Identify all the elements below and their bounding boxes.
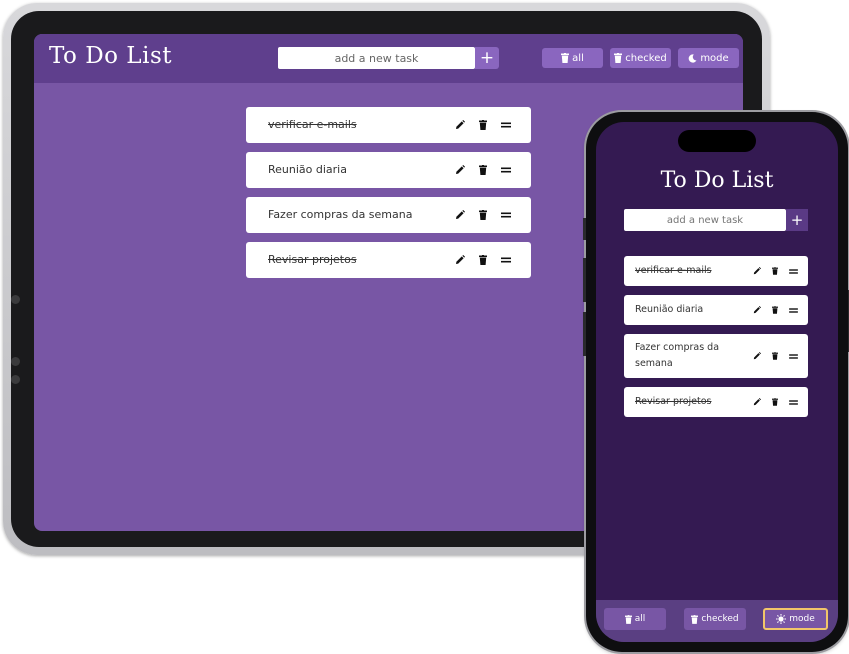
drag-handle-icon[interactable] <box>789 353 798 360</box>
mode-toggle-label: mode <box>700 52 729 64</box>
trash-icon[interactable] <box>479 165 487 175</box>
tablet-sensor <box>11 357 20 366</box>
trash-icon[interactable] <box>479 120 487 130</box>
task-item[interactable]: verificar e-mails <box>624 256 808 286</box>
task-item[interactable]: Reunião diaria <box>246 152 531 188</box>
pencil-icon[interactable] <box>753 352 761 360</box>
delete-all-label: all <box>572 52 584 64</box>
task-list: verificar e-mails Reunião diaria Fazer c… <box>246 107 531 287</box>
add-task-button[interactable]: + <box>475 47 499 69</box>
task-item[interactable]: verificar e-mails <box>246 107 531 143</box>
phone-side-button <box>583 258 586 302</box>
trash-icon[interactable] <box>772 352 778 360</box>
task-text[interactable]: verificar e-mails <box>268 107 357 143</box>
delete-all-button[interactable]: all <box>542 48 603 68</box>
mode-toggle-label: mode <box>789 614 815 624</box>
sun-icon <box>776 614 787 624</box>
pencil-icon[interactable] <box>455 120 465 130</box>
task-text[interactable]: Reunião diaria <box>268 152 347 188</box>
task-item[interactable]: Fazer compras da semana <box>246 197 531 233</box>
pencil-icon[interactable] <box>753 267 761 275</box>
trash-icon <box>691 614 699 624</box>
trash-icon[interactable] <box>772 306 778 314</box>
tablet-camera <box>11 295 20 304</box>
trash-icon <box>561 53 570 63</box>
pencil-icon[interactable] <box>753 306 761 314</box>
new-task-input[interactable] <box>278 47 475 69</box>
trash-icon[interactable] <box>772 267 778 275</box>
task-text[interactable]: Fazer compras da semana <box>268 197 412 233</box>
phone-side-button <box>583 312 586 356</box>
mode-toggle-button[interactable]: mode <box>763 608 828 630</box>
delete-checked-label: checked <box>701 614 739 624</box>
delete-checked-button[interactable]: checked <box>610 48 671 68</box>
phone-footer: all checked mode <box>596 600 838 642</box>
tablet-sensor <box>11 375 20 384</box>
new-task-input[interactable] <box>624 209 786 231</box>
tablet-header: To Do List + all checked mode <box>34 34 743 83</box>
task-item[interactable]: Revisar projetos <box>246 242 531 278</box>
pencil-icon[interactable] <box>455 165 465 175</box>
trash-icon <box>614 53 623 63</box>
task-item[interactable]: Fazer compras da semana <box>624 334 808 378</box>
task-text[interactable]: Revisar projetos <box>268 242 357 278</box>
trash-icon <box>624 614 632 624</box>
trash-icon[interactable] <box>479 210 487 220</box>
pencil-icon[interactable] <box>753 398 761 406</box>
drag-handle-icon[interactable] <box>501 121 511 129</box>
app-title: To Do List <box>49 43 172 69</box>
drag-handle-icon[interactable] <box>501 211 511 219</box>
delete-all-label: all <box>634 614 646 624</box>
delete-all-button[interactable]: all <box>604 608 666 630</box>
phone-side-button <box>583 218 586 240</box>
delete-checked-label: checked <box>625 52 667 64</box>
drag-handle-icon[interactable] <box>789 268 798 275</box>
pencil-icon[interactable] <box>455 255 465 265</box>
task-item[interactable]: Reunião diaria <box>624 295 808 325</box>
drag-handle-icon[interactable] <box>501 166 511 174</box>
trash-icon[interactable] <box>772 398 778 406</box>
drag-handle-icon[interactable] <box>501 256 511 264</box>
drag-handle-icon[interactable] <box>789 399 798 406</box>
phone-device: To Do List + verificar e-mails Reunião d… <box>583 112 849 652</box>
task-list: verificar e-mails Reunião diaria Fazer c… <box>624 256 808 426</box>
mode-toggle-button[interactable]: mode <box>678 48 739 68</box>
task-item[interactable]: Revisar projetos <box>624 387 808 417</box>
app-title: To Do List <box>660 168 774 193</box>
trash-icon[interactable] <box>479 255 487 265</box>
drag-handle-icon[interactable] <box>789 307 798 314</box>
pencil-icon[interactable] <box>455 210 465 220</box>
moon-icon <box>688 53 697 63</box>
add-task-button[interactable]: + <box>786 209 808 231</box>
delete-checked-button[interactable]: checked <box>684 608 746 630</box>
dynamic-island <box>678 130 756 152</box>
phone-screen: To Do List + verificar e-mails Reunião d… <box>596 122 838 642</box>
